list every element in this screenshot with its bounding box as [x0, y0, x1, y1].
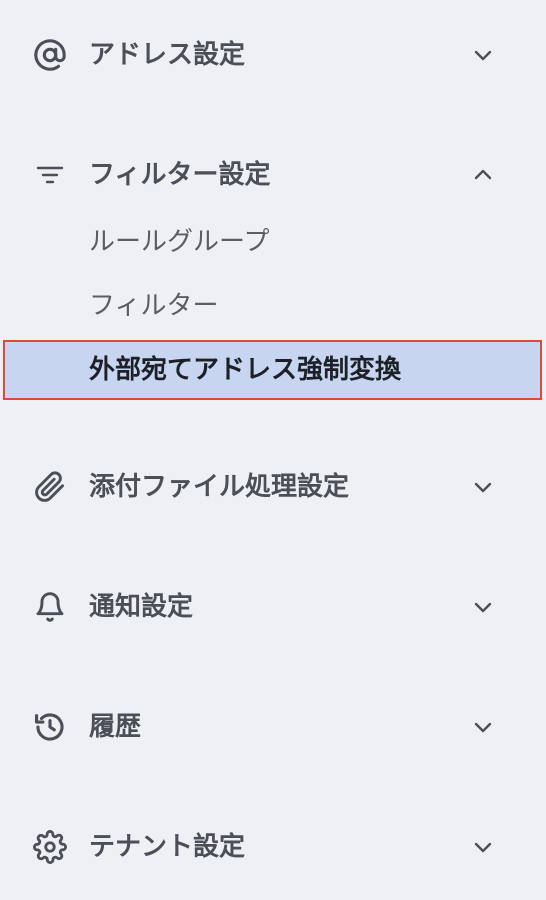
section-notification-settings[interactable]: 通知設定: [0, 577, 546, 637]
section-label: テナント設定: [89, 832, 246, 862]
section-label: フィルター設定: [89, 160, 271, 190]
chevron-down-icon: [470, 475, 496, 499]
sidebar-item-label: ルールグループ: [89, 227, 270, 257]
bell-icon: [32, 589, 68, 625]
section-filter-settings[interactable]: フィルター設定: [0, 145, 546, 205]
at-sign-icon: [32, 37, 68, 73]
settings-sidebar: アドレス設定 フィルター設定 ルールグループ フィルター 外部宛てアドレス強制変…: [0, 0, 546, 900]
history-icon: [32, 709, 68, 745]
chevron-down-icon: [470, 43, 496, 67]
section-attachment-settings[interactable]: 添付ファイル処理設定: [0, 457, 546, 517]
sidebar-item-filters[interactable]: フィルター: [0, 276, 546, 336]
section-label: 通知設定: [89, 592, 194, 622]
chevron-down-icon: [470, 715, 496, 739]
section-tenant-settings[interactable]: テナント設定: [0, 817, 546, 877]
paperclip-icon: [32, 469, 68, 505]
sidebar-item-label: フィルター: [89, 291, 219, 321]
section-label: 履歴: [89, 712, 142, 742]
chevron-up-icon: [470, 163, 496, 187]
filter-lines-icon: [32, 157, 68, 193]
gear-icon: [32, 829, 68, 865]
section-label: 添付ファイル処理設定: [89, 472, 350, 502]
section-address-settings[interactable]: アドレス設定: [0, 25, 546, 85]
section-history[interactable]: 履歴: [0, 697, 546, 757]
chevron-down-icon: [470, 835, 496, 859]
sidebar-item-rule-groups[interactable]: ルールグループ: [0, 212, 546, 272]
sidebar-item-label: 外部宛てアドレス強制変換: [89, 355, 402, 385]
section-label: アドレス設定: [89, 40, 246, 70]
sidebar-item-external-address-conversion[interactable]: 外部宛てアドレス強制変換: [3, 340, 542, 400]
chevron-down-icon: [470, 595, 496, 619]
